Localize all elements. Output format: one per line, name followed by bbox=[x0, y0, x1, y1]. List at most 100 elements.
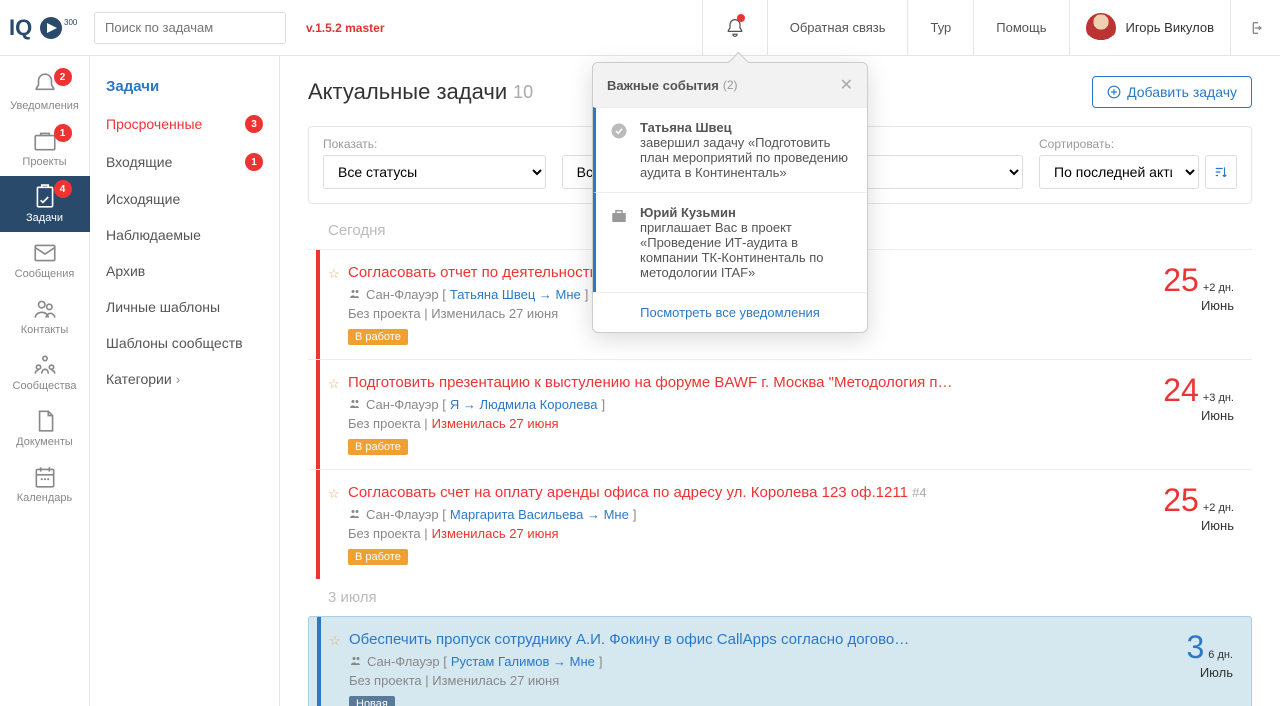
categories-label: Категории bbox=[106, 371, 172, 387]
sub-item-label: Личные шаблоны bbox=[106, 299, 220, 315]
task-item[interactable]: ☆ Обеспечить пропуск сотруднику А.И. Фоки… bbox=[308, 616, 1252, 706]
events-popover: Важные события (2) ✕ Татьяна Швецзаверши… bbox=[592, 62, 868, 333]
sub-item-label: Исходящие bbox=[106, 191, 180, 207]
task-meta-people: Сан-Флауэр [ Рустам Галимов → Мне ] bbox=[349, 654, 1174, 669]
rail-badge: 1 bbox=[54, 124, 72, 142]
task-title[interactable]: Обеспечить пропуск сотруднику А.И. Фокин… bbox=[349, 631, 1174, 648]
chevron-right-icon: › bbox=[176, 371, 181, 387]
sub-item[interactable]: Исходящие bbox=[90, 181, 279, 217]
status-bar bbox=[316, 250, 320, 359]
svg-text:300: 300 bbox=[64, 18, 78, 27]
sub-item[interactable]: Просроченные3 bbox=[90, 105, 279, 143]
rail-badge: 2 bbox=[54, 68, 72, 86]
notifications-bell[interactable] bbox=[702, 0, 767, 56]
status-bar bbox=[316, 470, 320, 579]
task-body: Согласовать счет на оплату аренды офиса … bbox=[348, 484, 1151, 565]
task-meta-project: Без проекта | Изменилась 27 июня bbox=[348, 416, 1151, 431]
task-body: Обеспечить пропуск сотруднику А.И. Фокин… bbox=[349, 631, 1174, 706]
rail-tasks[interactable]: Задачи4 bbox=[0, 176, 90, 232]
star-icon[interactable]: ☆ bbox=[328, 376, 340, 392]
task-date: 24+3 дн.Июнь bbox=[1163, 374, 1234, 455]
star-icon[interactable]: ☆ bbox=[328, 486, 340, 502]
svg-text:IQ: IQ bbox=[9, 15, 32, 40]
filter-sort-label: Сортировать: bbox=[1039, 137, 1237, 151]
messages-icon bbox=[32, 240, 58, 266]
popover-item[interactable]: Юрий Кузьминприглашает Вас в проект «Про… bbox=[593, 192, 867, 292]
tour-link[interactable]: Тур bbox=[907, 0, 973, 56]
task-meta-project: Без проекта | Изменилась 27 июня bbox=[349, 673, 1174, 688]
rail-label: Сообщения bbox=[15, 268, 75, 280]
task-date: 25+2 дн.Июнь bbox=[1163, 264, 1234, 345]
star-icon[interactable]: ☆ bbox=[328, 266, 340, 282]
rail-communities[interactable]: Сообщества bbox=[0, 344, 90, 400]
filter-show-label: Показать: bbox=[323, 137, 546, 151]
sort-icon bbox=[1214, 165, 1228, 179]
search-input[interactable] bbox=[94, 12, 286, 44]
rail-label: Календарь bbox=[17, 492, 73, 504]
popover-view-all[interactable]: Посмотреть все уведомления bbox=[593, 292, 867, 332]
sub-nav: Задачи Просроченные3Входящие1 Исходящие На… bbox=[90, 56, 280, 706]
event-user: Татьяна Швец bbox=[640, 120, 732, 135]
popover-title: Важные события bbox=[607, 78, 719, 93]
filter-status[interactable]: Все статусы bbox=[323, 155, 546, 189]
user-menu[interactable]: Игорь Викулов bbox=[1069, 0, 1231, 56]
sub-badge: 1 bbox=[245, 153, 263, 171]
sub-categories[interactable]: Категории › bbox=[90, 361, 279, 397]
rail-badge: 4 bbox=[54, 180, 72, 198]
logout-button[interactable] bbox=[1230, 0, 1280, 56]
task-title[interactable]: Подготовить презентацию к выстулению на … bbox=[348, 374, 1151, 391]
task-meta-project: Без проекта | Изменилась 27 июня bbox=[348, 526, 1151, 541]
event-text: завершил задачу «Подготовить план меропр… bbox=[640, 135, 848, 180]
event-text: приглашает Вас в проект «Проведение ИТ-а… bbox=[640, 220, 824, 280]
notification-dot bbox=[737, 14, 745, 22]
sub-item[interactable]: Входящие1 bbox=[90, 143, 279, 181]
task-body: Подготовить презентацию к выстулению на … bbox=[348, 374, 1151, 455]
task-item[interactable]: ☆ Согласовать счет на оплату аренды офиса… bbox=[308, 469, 1252, 579]
sort-direction-button[interactable] bbox=[1205, 155, 1237, 189]
logo[interactable]: IQ 300 bbox=[0, 13, 90, 43]
task-title[interactable]: Согласовать счет на оплату аренды офиса … bbox=[348, 484, 1151, 501]
avatar bbox=[1086, 13, 1116, 43]
popover-item[interactable]: Татьяна Швецзавершил задачу «Подготовить… bbox=[593, 107, 867, 192]
sub-item-label: Наблюдаемые bbox=[106, 227, 201, 243]
feedback-link[interactable]: Обратная связь bbox=[767, 0, 908, 56]
star-icon[interactable]: ☆ bbox=[329, 633, 341, 649]
calendar-icon bbox=[32, 464, 58, 490]
filter-sort[interactable]: По последней активност bbox=[1039, 155, 1199, 189]
task-meta-people: Сан-Флауэр [ Я → Людмила Королева ] bbox=[348, 397, 1151, 412]
sub-item[interactable]: Наблюдаемые bbox=[90, 217, 279, 253]
topbar: IQ 300 v.1.5.2 master Обратная связь Тур … bbox=[0, 0, 1280, 56]
task-tag: В работе bbox=[348, 549, 408, 565]
sub-item[interactable]: Личные шаблоны bbox=[90, 289, 279, 325]
rail-label: Проекты bbox=[22, 156, 66, 168]
rail-contacts[interactable]: Контакты bbox=[0, 288, 90, 344]
sub-item[interactable]: Архив bbox=[90, 253, 279, 289]
contacts-icon bbox=[32, 296, 58, 322]
add-task-button[interactable]: Добавить задачу bbox=[1092, 76, 1252, 108]
plus-icon bbox=[1107, 85, 1121, 99]
event-user: Юрий Кузьмин bbox=[640, 205, 736, 220]
popover-header: Важные события (2) ✕ bbox=[593, 63, 867, 107]
page-count: 10 bbox=[513, 82, 533, 103]
task-date: 36 дн.Июль bbox=[1186, 631, 1233, 706]
section-jul3: 3 июля bbox=[328, 589, 1252, 606]
sub-item[interactable]: Шаблоны сообществ bbox=[90, 325, 279, 361]
rail-calendar[interactable]: Календарь bbox=[0, 456, 90, 512]
version-label: v.1.5.2 master bbox=[306, 21, 385, 35]
popover-close-button[interactable]: ✕ bbox=[840, 75, 853, 95]
topbar-right: Обратная связь Тур Помощь Игорь Викулов bbox=[702, 0, 1280, 56]
page-title: Актуальные задачи bbox=[308, 79, 507, 105]
rail-notifications[interactable]: Уведомления2 bbox=[0, 64, 90, 120]
status-bar bbox=[316, 360, 320, 469]
help-link[interactable]: Помощь bbox=[973, 0, 1068, 56]
rail-projects[interactable]: Проекты 1 bbox=[0, 120, 90, 176]
status-bar bbox=[317, 617, 321, 706]
rail-documents[interactable]: Документы bbox=[0, 400, 90, 456]
rail-messages[interactable]: Сообщения bbox=[0, 232, 90, 288]
sub-nav-head[interactable]: Задачи bbox=[90, 68, 279, 105]
check-icon bbox=[610, 122, 628, 140]
task-tag: Новая bbox=[349, 696, 395, 706]
task-item[interactable]: ☆ Подготовить презентацию к выстулению на… bbox=[308, 359, 1252, 469]
add-button-label: Добавить задачу bbox=[1127, 84, 1237, 100]
group-icon bbox=[348, 399, 362, 411]
